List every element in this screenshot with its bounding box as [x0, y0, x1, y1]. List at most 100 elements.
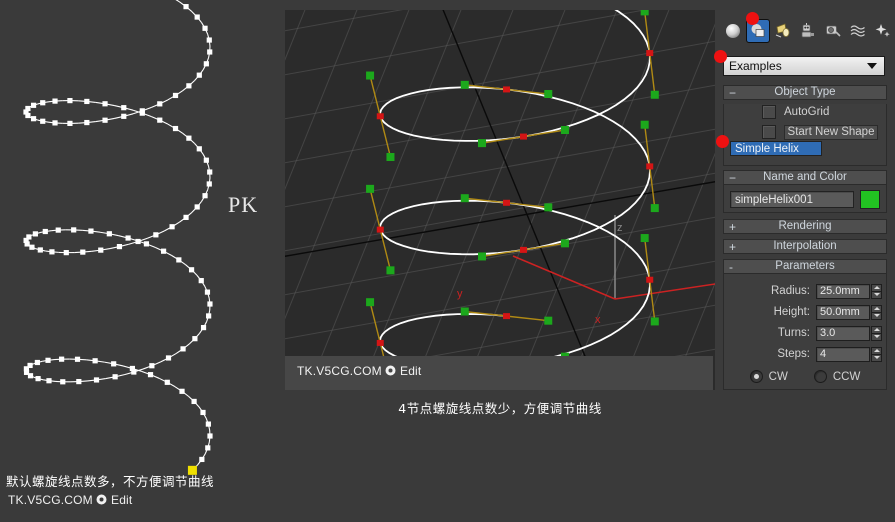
waves-icon [849, 22, 867, 40]
spinner-up-icon[interactable] [872, 327, 881, 334]
direction-radio-group: CW CCW [724, 370, 886, 383]
annotation-dot-simple-helix [716, 135, 729, 148]
spinner-down-icon[interactable] [872, 313, 881, 319]
command-panel-tabs [718, 18, 895, 44]
spinner-up-icon[interactable] [872, 348, 881, 355]
viewport-watermark: TK.V5CG.COM Edit [297, 364, 421, 379]
left-pane-watermark: TK.V5CG.COM Edit [8, 493, 132, 508]
steps-field-label: Steps: [724, 348, 816, 360]
extras-tab[interactable] [872, 20, 894, 42]
rendering-rollout-header[interactable]: + Rendering [723, 219, 887, 234]
left-comparison-pane: PK 默认螺旋线点数多，不方便调节曲线 TK.V5CG.COM Edit [0, 0, 285, 517]
parameters-rollout: - Parameters Radius:25.0mmHeight:50.0mmT… [723, 259, 887, 390]
interpolation-rollout: + Interpolation [723, 239, 887, 254]
create-tab[interactable] [722, 20, 744, 42]
autogrid-row[interactable]: AutoGrid [724, 104, 886, 120]
ccw-label: CCW [833, 371, 860, 383]
perspective-viewport[interactable]: z y x [285, 10, 717, 390]
rollout-collapse-icon: − [729, 170, 736, 186]
copyright-icon [96, 494, 107, 508]
hierarchy-tab[interactable] [772, 20, 794, 42]
object-type-rollout-body: AutoGrid Start New Shape Simple Helix [723, 104, 887, 166]
axis-label-x: x [595, 314, 601, 326]
spinner-down-icon[interactable] [872, 292, 881, 298]
category-dropdown-value: Examples [729, 59, 782, 73]
pk-label: PK [228, 192, 288, 218]
cw-label: CW [769, 371, 788, 383]
rollout-expand-icon: + [729, 219, 736, 235]
cw-radio-item[interactable]: CW [750, 370, 788, 383]
object-type-rollout: − Object Type AutoGrid Start New Shape S… [723, 85, 887, 166]
interpolation-rollout-header[interactable]: + Interpolation [723, 239, 887, 254]
turns-field-spinner[interactable] [871, 326, 882, 341]
annotation-dot-modify-tab [746, 12, 759, 25]
start-new-shape-button[interactable]: Start New Shape [784, 125, 878, 140]
axis-label-y: y [457, 288, 463, 300]
spinner-down-icon[interactable] [872, 334, 881, 340]
height-field-label: Height: [724, 306, 816, 318]
object-color-swatch[interactable] [860, 190, 880, 209]
parameters-rollout-header[interactable]: - Parameters [723, 259, 887, 274]
chevron-down-icon [867, 63, 877, 69]
rollout-collapse-icon: - [729, 259, 733, 275]
autogrid-checkbox[interactable] [762, 105, 776, 119]
spinner-up-icon[interactable] [872, 306, 881, 313]
viewport-background [285, 10, 715, 390]
parameters-rollout-title: Parameters [724, 260, 886, 273]
name-and-color-rollout: − Name and Color simpleHelix001 [723, 170, 887, 213]
watermark-suffix-text: Edit [111, 493, 132, 507]
object-type-rollout-header[interactable]: − Object Type [723, 85, 887, 100]
default-helix-illustration [0, 0, 285, 517]
rollout-expand-icon: + [729, 239, 736, 255]
start-new-shape-checkbox[interactable] [762, 125, 776, 139]
parameters-rollout-body: Radius:25.0mmHeight:50.0mmTurns:3.0Steps… [723, 274, 887, 390]
sparkle-icon [874, 22, 892, 40]
interpolation-rollout-title: Interpolation [724, 240, 886, 253]
display-tab[interactable] [822, 20, 844, 42]
watermark-site-text: TK.V5CG.COM [8, 493, 93, 507]
axis-label-z: z [617, 222, 623, 234]
rendering-rollout: + Rendering [723, 219, 887, 234]
category-dropdown-wrap: Examples [723, 56, 885, 76]
light-icon [774, 22, 792, 40]
measure-icon [824, 22, 842, 40]
radius-field-label: Radius: [724, 285, 816, 297]
category-dropdown[interactable]: Examples [723, 56, 885, 76]
turns-field[interactable]: 3.0 [816, 326, 870, 341]
radius-field[interactable]: 25.0mm [816, 284, 870, 299]
steps-field-spinner[interactable] [871, 347, 882, 362]
utilities-tab[interactable] [847, 20, 869, 42]
radius-field-spinner[interactable] [871, 284, 882, 299]
steps-field[interactable]: 4 [816, 347, 870, 362]
rollout-collapse-icon: − [729, 85, 736, 101]
radius-field-row: Radius:25.0mm [724, 282, 886, 300]
name-color-row: simpleHelix001 [724, 185, 886, 214]
start-new-shape-row[interactable]: Start New Shape [724, 124, 886, 140]
spinner-down-icon[interactable] [872, 355, 881, 361]
center-pane-caption: 4节点螺旋线点数少，方便调节曲线 [285, 398, 715, 417]
steps-field-row: Steps:4 [724, 345, 886, 363]
command-panel: Examples − Object Type AutoGrid Start Ne… [715, 10, 895, 390]
name-and-color-rollout-header[interactable]: − Name and Color [723, 170, 887, 185]
height-field-row: Height:50.0mm [724, 303, 886, 321]
height-field-spinner[interactable] [871, 305, 882, 320]
left-pane-caption: 默认螺旋线点数多，不方便调节曲线 [6, 471, 281, 490]
object-name-input[interactable]: simpleHelix001 [730, 191, 854, 208]
autogrid-label: AutoGrid [784, 106, 829, 118]
ccw-radio[interactable] [814, 370, 827, 383]
simple-helix-button[interactable]: Simple Helix [730, 141, 822, 156]
copyright-icon [385, 365, 396, 379]
name-and-color-rollout-body: simpleHelix001 [723, 185, 887, 213]
motion-tab[interactable] [797, 20, 819, 42]
viewport-canvas: z y x [285, 10, 715, 390]
height-field[interactable]: 50.0mm [816, 305, 870, 320]
turns-field-label: Turns: [724, 327, 816, 339]
annotation-dot-dropdown [714, 50, 727, 63]
cw-radio[interactable] [750, 370, 763, 383]
ccw-radio-item[interactable]: CCW [814, 370, 860, 383]
object-type-rollout-title: Object Type [724, 86, 886, 99]
viewport-watermark-suffix-text: Edit [400, 364, 421, 378]
spinner-up-icon[interactable] [872, 285, 881, 292]
turns-field-row: Turns:3.0 [724, 324, 886, 342]
app-root: PK 默认螺旋线点数多，不方便调节曲线 TK.V5CG.COM Edit z y… [0, 0, 895, 517]
